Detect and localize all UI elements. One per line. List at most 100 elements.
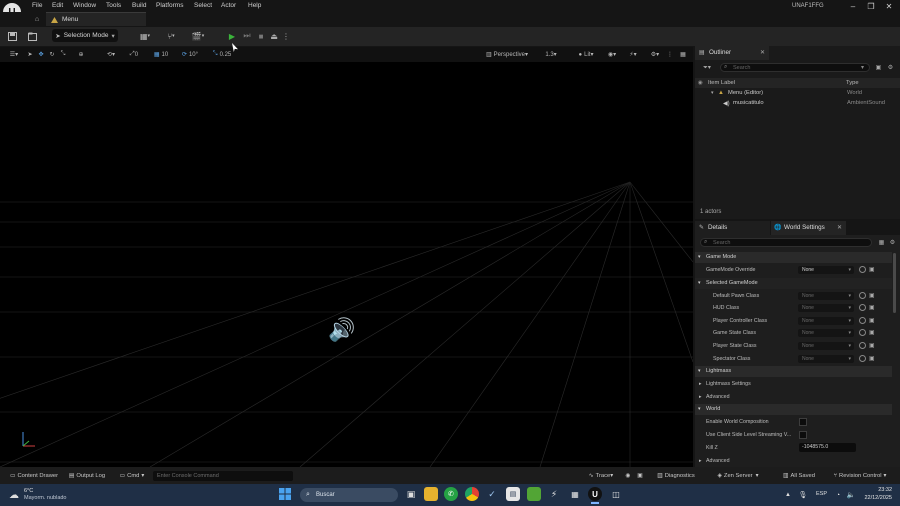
- expand-arrow-icon[interactable]: ▾: [711, 90, 714, 96]
- world-local-icon[interactable]: ⊕: [77, 49, 85, 60]
- more-options-icon[interactable]: ⋮: [666, 49, 674, 60]
- scale-tool-icon[interactable]: ⤡: [59, 49, 67, 60]
- home-icon[interactable]: ⌂: [31, 14, 43, 24]
- browse-icon[interactable]: ▣: [869, 266, 875, 273]
- task-view-icon[interactable]: ▣: [404, 487, 418, 501]
- eject-icon[interactable]: ⏏: [268, 29, 280, 43]
- menu-platforms[interactable]: Platforms: [156, 0, 183, 12]
- settings-icon[interactable]: ⚙: [886, 63, 895, 72]
- menu-tools[interactable]: Tools: [106, 0, 121, 12]
- browse-icon[interactable]: ▣: [869, 355, 875, 362]
- reset-arrow-icon[interactable]: [859, 329, 866, 336]
- reset-arrow-icon[interactable]: [859, 317, 866, 324]
- volume-icon[interactable]: 🔈: [846, 490, 856, 500]
- reset-arrow-icon[interactable]: [859, 304, 866, 311]
- category-world[interactable]: ▾ World: [695, 404, 892, 415]
- chrome-icon[interactable]: [465, 487, 479, 501]
- microphone-icon[interactable]: 🎙: [798, 490, 808, 500]
- reset-arrow-icon[interactable]: [859, 342, 866, 349]
- close-tab-icon[interactable]: ✕: [760, 49, 765, 56]
- browse-icon[interactable]: ▣: [869, 304, 875, 311]
- property-dropdown[interactable]: None ▾: [798, 317, 854, 325]
- stop-icon[interactable]: ■: [255, 29, 267, 43]
- client-side-streaming-checkbox[interactable]: [799, 431, 807, 439]
- reset-arrow-icon[interactable]: [859, 266, 866, 273]
- show-flags-icon[interactable]: ◉▾: [604, 49, 620, 60]
- add-folder-icon[interactable]: ▣: [874, 63, 883, 72]
- screenshot-icon[interactable]: ▣: [635, 471, 645, 480]
- chevron-up-icon[interactable]: ▲: [784, 490, 792, 500]
- taskbar-search[interactable]: ⌕ Buscar: [300, 488, 398, 502]
- terminal-app-icon[interactable]: ▦: [568, 487, 582, 501]
- settings-icon[interactable]: ⚙▾: [648, 49, 662, 60]
- revision-control-dropdown[interactable]: ⑂ Revision Control ▾: [827, 471, 893, 480]
- browse-icon[interactable]: ▣: [869, 317, 875, 324]
- property-dropdown[interactable]: None ▾: [798, 329, 854, 337]
- property-dropdown[interactable]: None ▾: [798, 355, 854, 363]
- category-selected-gamemode[interactable]: ▾ Selected GameMode: [695, 278, 892, 289]
- all-saved-button[interactable]: ▥ All Saved: [779, 471, 819, 480]
- add-actor-icon[interactable]: ▦ ▾: [136, 29, 154, 43]
- browse-icon[interactable]: ▣: [869, 342, 875, 349]
- close-tab-icon[interactable]: ✕: [837, 224, 842, 231]
- category-lightmass[interactable]: ▾ Lightmass: [695, 366, 892, 377]
- whatsapp-icon[interactable]: ✆: [444, 487, 458, 501]
- reset-arrow-icon[interactable]: [859, 355, 866, 362]
- enable-world-composition-checkbox[interactable]: [799, 418, 807, 426]
- column-type[interactable]: Type: [846, 80, 859, 86]
- gamemode-override-dropdown[interactable]: None ▾: [798, 266, 854, 274]
- windows-start-icon[interactable]: [278, 487, 292, 501]
- menu-window[interactable]: Window: [73, 0, 96, 12]
- kill-z-input[interactable]: -1048575.0: [799, 443, 856, 452]
- weather-cloud-icon[interactable]: ☁: [7, 488, 21, 502]
- selection-mode-dropdown[interactable]: ➤ Selection Mode ▾: [52, 29, 118, 42]
- console-command-input[interactable]: Enter Console Command: [153, 471, 293, 481]
- menu-build[interactable]: Build: [132, 0, 146, 12]
- tab-world-settings[interactable]: 🌐 World Settings ✕: [771, 221, 846, 235]
- menu-select[interactable]: Select: [194, 0, 212, 12]
- details-search-input[interactable]: ⌕ Search: [700, 238, 872, 247]
- clock-date[interactable]: 22/12/2025: [860, 495, 892, 501]
- property-advanced[interactable]: ▸ Advanced: [695, 391, 892, 403]
- browse-icon[interactable]: ▣: [869, 329, 875, 336]
- play-button[interactable]: ▶: [226, 29, 238, 43]
- reset-arrow-icon[interactable]: [859, 292, 866, 299]
- unreal-engine-taskbar-icon[interactable]: U: [588, 487, 602, 501]
- menu-help[interactable]: Help: [248, 0, 261, 12]
- property-dropdown[interactable]: None ▾: [798, 292, 854, 300]
- minecraft-icon[interactable]: [527, 487, 541, 501]
- tab-details[interactable]: ✎ Details: [695, 221, 770, 235]
- more-options-icon[interactable]: ⋮: [282, 29, 290, 43]
- table-view-icon[interactable]: ▦: [877, 238, 886, 247]
- settings-icon[interactable]: ⚙: [888, 238, 897, 247]
- category-game-mode[interactable]: ▾ Game Mode: [695, 252, 892, 263]
- property-dropdown[interactable]: None ▾: [798, 304, 854, 312]
- file-explorer-icon[interactable]: [424, 487, 438, 501]
- scale-snap-control[interactable]: ⤡ 0.25: [207, 49, 237, 60]
- trace-dropdown[interactable]: ∿ Trace ▾: [585, 471, 617, 480]
- keyboard-language[interactable]: ESP: [816, 491, 827, 497]
- visual-studio-code-icon[interactable]: ✓: [485, 487, 499, 501]
- skip-icon[interactable]: ⏭: [241, 29, 253, 43]
- browse-icon[interactable]: ▣: [869, 292, 875, 299]
- filter-icon[interactable]: ⏷▾: [699, 63, 715, 72]
- performance-icon[interactable]: ⚡▾: [624, 49, 642, 60]
- rotate-snap-control[interactable]: ⟳ 10°: [178, 49, 202, 60]
- perspective-dropdown[interactable]: ▥ Perspective ▾: [481, 49, 533, 60]
- property-advanced-2[interactable]: ▸ Advanced: [695, 455, 892, 467]
- media-icon[interactable]: ▤: [506, 487, 520, 501]
- record-icon[interactable]: ◉: [623, 471, 633, 480]
- view-mode-dropdown[interactable]: ● Lit ▾: [574, 49, 598, 60]
- outliner-row-sound[interactable]: ◀) musicatitulo AmbientSound: [695, 99, 900, 109]
- clock-time[interactable]: 23:32: [862, 487, 892, 493]
- property-dropdown[interactable]: None ▾: [798, 342, 854, 350]
- ambient-sound-icon[interactable]: 🔊: [326, 316, 358, 344]
- diagnostics-button[interactable]: ▥ Diagnostics: [653, 471, 699, 480]
- rotate-tool-icon[interactable]: ↻: [48, 49, 56, 60]
- output-log-button[interactable]: ▤ Output Log: [66, 471, 108, 480]
- translate-tool-icon[interactable]: ✥: [37, 49, 45, 60]
- cmd-dropdown[interactable]: ▭ Cmd ▾: [115, 471, 149, 480]
- translate-snap-control[interactable]: ▦ 10: [150, 49, 172, 60]
- menu-file[interactable]: File: [32, 0, 42, 12]
- level-viewport[interactable]: 🔊: [0, 62, 693, 467]
